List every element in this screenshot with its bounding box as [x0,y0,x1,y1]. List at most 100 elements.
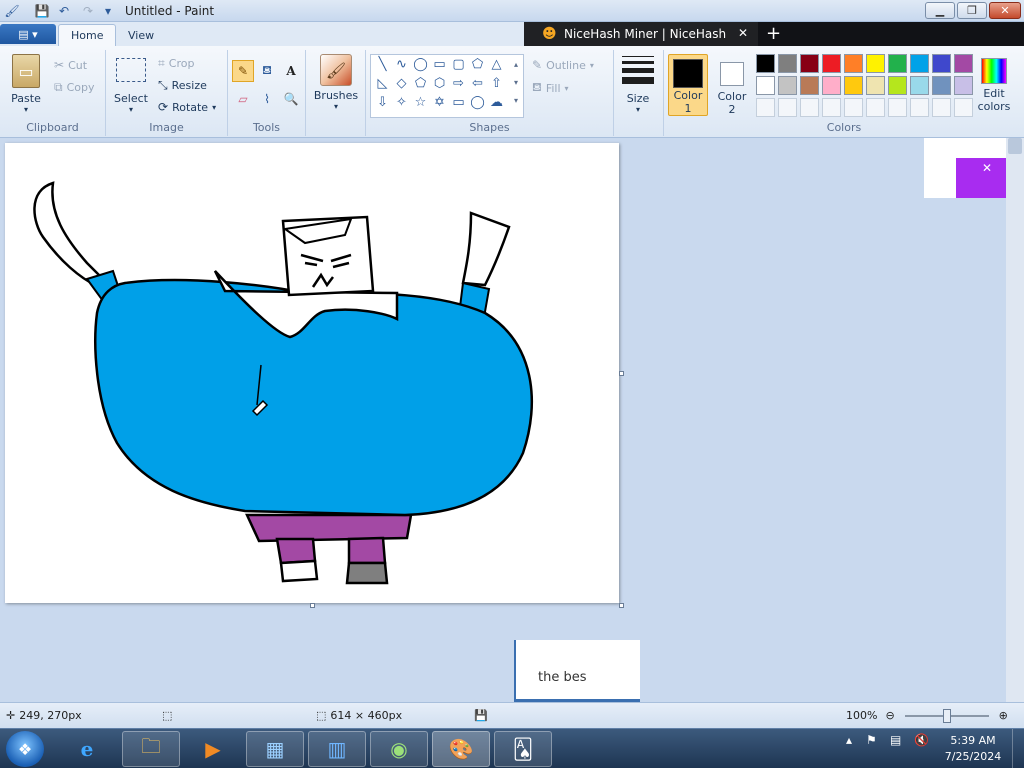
vertical-scrollbar[interactable] [1006,138,1024,702]
taskbar-ie-button[interactable]: e [58,731,116,767]
right-arrow-shape-icon[interactable]: ⇨ [449,76,468,95]
palette-swatch[interactable] [888,54,907,73]
canvas-bottom-handle[interactable] [310,603,315,608]
browser-tab[interactable]: ☻ NiceHash Miner | NiceHash ✕ [524,22,758,46]
palette-swatch-empty[interactable] [822,98,841,117]
color2-button[interactable]: Color 2 [712,54,752,116]
taskbar-solitaire-button[interactable]: 🂡 [494,731,552,767]
palette-swatch-empty[interactable] [888,98,907,117]
copy-button[interactable]: ⧉ Copy [54,80,94,95]
oval-shape-icon[interactable]: ◯ [411,57,430,76]
palette-swatch[interactable] [888,76,907,95]
palette-swatch[interactable] [954,76,973,95]
palette-swatch[interactable] [756,54,775,73]
brushes-button[interactable]: 🖌 Brushes ▾ [314,54,358,111]
taskbar-clock[interactable]: 5:39 AM 7/25/2024 [940,733,1006,765]
palette-swatch[interactable] [822,54,841,73]
taskbar-paint-button[interactable]: 🎨 [432,731,490,767]
paste-button[interactable]: ▭ Paste ▾ [8,54,44,114]
line-shape-icon[interactable]: ╲ [373,57,392,76]
network-tray-icon[interactable]: ▤ [890,733,901,747]
restore-button[interactable]: ❐ [957,2,987,19]
save-icon[interactable]: 💾 [34,3,50,19]
new-tab-icon[interactable]: + [766,23,781,44]
cloud-callout-shape-icon[interactable]: ☁ [487,95,506,114]
show-desktop-button[interactable] [1012,729,1024,768]
select-button[interactable]: Select ▾ [114,58,148,114]
palette-swatch-empty[interactable] [756,98,775,117]
show-hidden-icons-icon[interactable]: ▴ [846,733,852,747]
zoom-out-icon[interactable]: ⊖ [885,709,894,722]
size-button[interactable]: Size ▾ [618,56,658,114]
palette-swatch[interactable] [822,76,841,95]
edit-colors-button[interactable]: Edit colors [974,54,1014,116]
cut-button[interactable]: ✂ Cut [54,58,87,72]
start-button[interactable]: ❖ [6,731,44,767]
eraser-icon[interactable]: ▱ [232,88,254,110]
shapes-scroll-icon[interactable]: ▴ ▾ ▾ [514,56,518,110]
canvas-corner-handle[interactable] [619,603,624,608]
up-arrow-shape-icon[interactable]: ⇧ [487,76,506,95]
tab-home[interactable]: Home [58,24,117,46]
text-icon[interactable]: A [280,60,302,82]
rectangle-shape-icon[interactable]: ▭ [430,57,449,76]
taskbar-chrome-button[interactable]: ◉ [370,731,428,767]
left-arrow-shape-icon[interactable]: ⇦ [468,76,487,95]
redo-icon[interactable]: ↷ [80,3,96,19]
palette-swatch-empty[interactable] [910,98,929,117]
color1-button[interactable]: Color 1 [668,54,708,116]
palette-swatch[interactable] [800,54,819,73]
volume-muted-icon[interactable]: 🔇 [914,733,929,747]
undo-icon[interactable]: ↶ [56,3,72,19]
palette-swatch[interactable] [778,54,797,73]
down-arrow-shape-icon[interactable]: ⇩ [373,95,392,114]
taskbar-media-button[interactable]: ▶ [184,731,242,767]
fill-bucket-icon[interactable]: ⛾ [256,60,278,82]
tab-view[interactable]: View [116,24,166,46]
taskbar-explorer-button[interactable]: 🗀 [122,731,180,767]
zoom-slider[interactable] [904,708,989,723]
canvas-right-handle[interactable] [619,371,624,376]
shapes-gallery[interactable]: ╲ ∿ ◯ ▭ ▢ ⬠ △ ◺ ◇ ⬠ ⬡ ⇨ ⇦ ⇧ ⇩ ✧ ☆ ✡ ▭ ◯ … [370,54,524,118]
palette-swatch-empty[interactable] [866,98,885,117]
palette-swatch[interactable] [954,54,973,73]
minimize-button[interactable]: ▁ [925,2,955,19]
zoom-in-icon[interactable]: ⊕ [999,709,1008,722]
resize-button[interactable]: ⤡ Resize [158,78,207,93]
palette-swatch[interactable] [844,54,863,73]
scroll-thumb[interactable] [1008,138,1022,154]
pentagon-shape-icon[interactable]: ⬠ [411,76,430,95]
palette-swatch[interactable] [932,54,951,73]
curve-shape-icon[interactable]: ∿ [392,57,411,76]
pencil-icon[interactable]: ✎ [232,60,254,82]
close-button[interactable]: ✕ [989,2,1021,19]
palette-swatch-empty[interactable] [778,98,797,117]
palette-swatch[interactable] [910,76,929,95]
diamond-shape-icon[interactable]: ◇ [392,76,411,95]
crop-button[interactable]: ⌗ Crop [158,56,194,71]
browser-tab-close-icon[interactable]: ✕ [738,26,748,40]
zoom-slider-thumb[interactable] [942,708,951,723]
oval-callout-shape-icon[interactable]: ◯ [468,95,487,114]
rounded-rectangle-shape-icon[interactable]: ▢ [449,57,468,76]
fill-button[interactable]: ⛾ Fill ▾ [532,80,569,96]
customize-toolbar-icon[interactable]: ▾ [100,3,116,19]
palette-swatch-empty[interactable] [932,98,951,117]
action-center-flag-icon[interactable]: ⚑ [866,733,877,747]
color-picker-icon[interactable]: ⌇ [256,88,278,110]
notification-close-icon[interactable]: ✕ [982,161,992,175]
palette-swatch-empty[interactable] [844,98,863,117]
hexagon-shape-icon[interactable]: ⬡ [430,76,449,95]
magnifier-icon[interactable]: 🔍 [280,88,302,110]
outline-button[interactable]: ✎ Outline ▾ [532,58,594,72]
four-point-star-shape-icon[interactable]: ✧ [392,95,411,114]
triangle-shape-icon[interactable]: △ [487,57,506,76]
palette-swatch[interactable] [778,76,797,95]
polygon-shape-icon[interactable]: ⬠ [468,57,487,76]
taskbar-network-button[interactable]: ▥ [308,731,366,767]
paint-app-icon[interactable]: 🖌 [4,3,20,19]
drawing-canvas[interactable] [5,143,619,603]
rect-callout-shape-icon[interactable]: ▭ [449,95,468,114]
five-point-star-shape-icon[interactable]: ☆ [411,95,430,114]
palette-swatch-empty[interactable] [954,98,973,117]
